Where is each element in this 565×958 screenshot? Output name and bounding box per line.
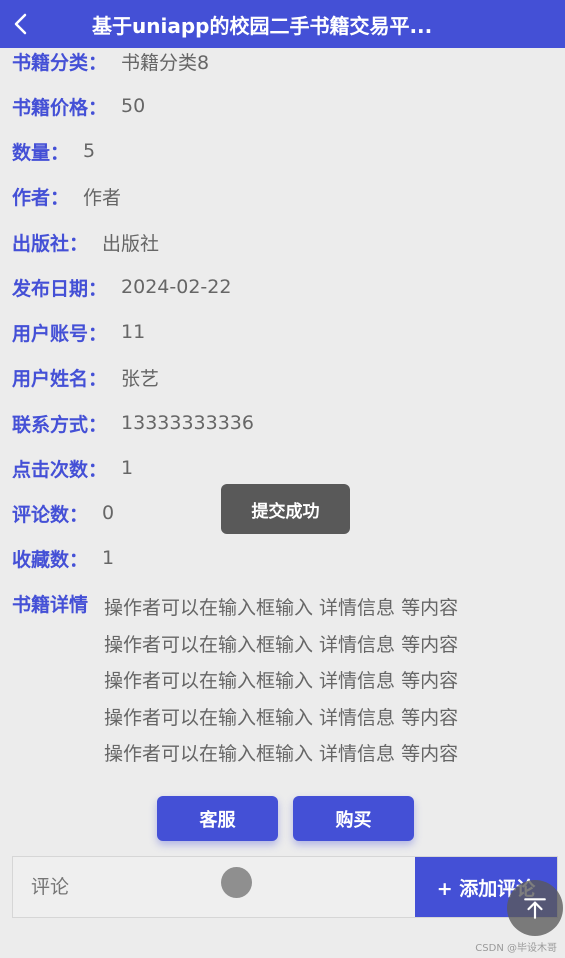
field-label: 书籍分类： — [12, 51, 108, 74]
comment-input[interactable] — [13, 857, 415, 917]
book-detail: 书籍详情 操作者可以在输入框输入 详情信息 等内容 操作者可以在输入框输入 详情… — [12, 590, 458, 773]
field-user-account: 用户账号： 11 — [12, 317, 145, 347]
detail-line: 操作者可以在输入框输入 详情信息 等内容 — [104, 706, 459, 729]
field-favorite-count: 收藏数： 1 — [12, 543, 114, 573]
field-label: 作者： — [12, 186, 70, 209]
detail-line: 操作者可以在输入框输入 详情信息 等内容 — [104, 597, 459, 619]
field-value: 张艺 — [121, 367, 160, 390]
detail-label: 书籍详情 — [12, 594, 89, 616]
field-label: 点击次数： — [12, 458, 108, 481]
field-comment-count: 评论数： 0 — [12, 498, 114, 528]
buy-button[interactable]: 购买 — [293, 796, 414, 841]
field-author: 作者： 作者 — [12, 181, 121, 211]
field-label: 发布日期： — [12, 277, 108, 300]
detail-line: 操作者可以在输入框输入 详情信息 等内容 — [104, 670, 459, 692]
field-publish-date: 发布日期： 2024-02-22 — [12, 272, 231, 302]
field-user-name: 用户姓名： 张艺 — [12, 362, 159, 392]
field-value: 2024-02-22 — [121, 276, 232, 298]
field-label: 用户账号： — [12, 322, 108, 345]
page-title: 基于uniapp的校园二手书籍交易平... — [92, 13, 433, 38]
field-publisher: 出版社： 出版社 — [12, 227, 159, 257]
field-value: 作者 — [83, 186, 122, 209]
scroll-top-button[interactable] — [507, 880, 563, 936]
success-toast: 提交成功 — [221, 484, 350, 534]
field-label: 评论数： — [12, 503, 89, 526]
field-value: 50 — [121, 95, 146, 117]
field-label: 数量： — [12, 141, 70, 164]
field-label: 用户姓名： — [12, 367, 108, 390]
detail-line: 操作者可以在输入框输入 详情信息 等内容 — [104, 743, 459, 765]
field-label: 收藏数： — [12, 548, 89, 571]
field-value: 1 — [121, 457, 134, 479]
watermark: CSDN @毕设木哥 — [475, 943, 557, 954]
customer-service-button[interactable]: 客服 — [157, 796, 278, 841]
chevron-left-icon — [14, 13, 27, 35]
detail-content: 操作者可以在输入框输入 详情信息 等内容 操作者可以在输入框输入 详情信息 等内… — [104, 590, 458, 773]
field-contact: 联系方式： 13333333336 — [12, 408, 254, 438]
field-price: 书籍价格： 50 — [12, 91, 145, 121]
back-button[interactable] — [0, 0, 44, 48]
arrow-up-icon — [524, 898, 546, 919]
field-value: 1 — [102, 547, 115, 569]
touch-indicator — [221, 867, 252, 898]
field-label: 出版社： — [12, 232, 89, 255]
field-value: 5 — [83, 140, 96, 162]
field-value: 13333333336 — [121, 412, 254, 434]
field-click-count: 点击次数： 1 — [12, 453, 133, 483]
field-label: 书籍价格： — [12, 96, 108, 119]
field-value: 书籍分类8 — [121, 51, 210, 74]
field-quantity: 数量： 5 — [12, 136, 95, 166]
field-label: 联系方式： — [12, 413, 108, 436]
detail-line: 操作者可以在输入框输入 详情信息 等内容 — [104, 633, 459, 656]
field-value: 0 — [102, 502, 115, 524]
field-category: 书籍分类： 书籍分类8 — [12, 46, 209, 76]
app-header: 基于uniapp的校园二手书籍交易平... — [0, 0, 565, 48]
field-value: 出版社 — [102, 232, 160, 255]
comment-bar: + 添加评论 — [12, 856, 558, 918]
field-value: 11 — [121, 321, 146, 343]
